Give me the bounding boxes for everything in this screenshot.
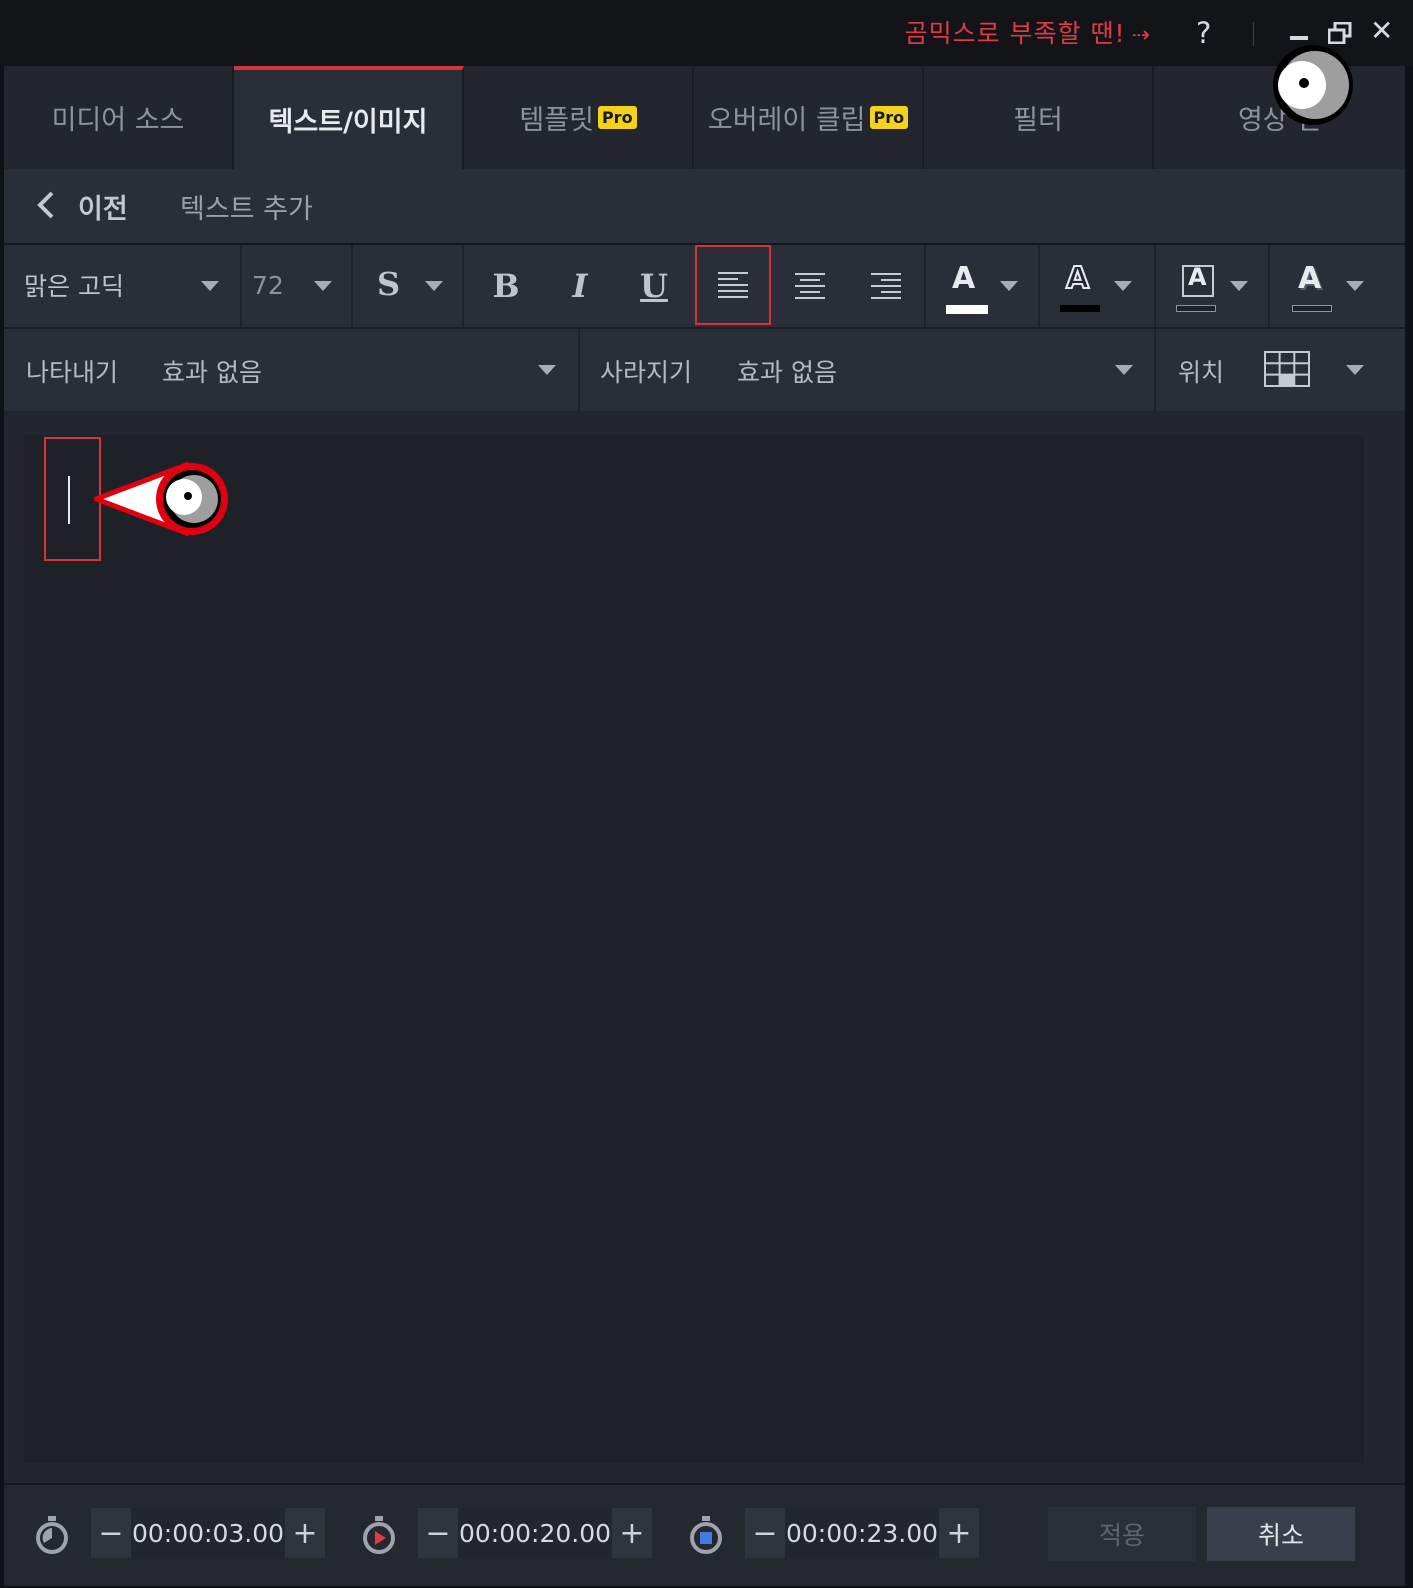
appear-effect-select[interactable]: 효과 없음 bbox=[160, 329, 578, 411]
shadow-color-swatch bbox=[1292, 305, 1332, 312]
chevron-down-icon bbox=[201, 281, 219, 291]
background-color-select[interactable]: A bbox=[1156, 245, 1270, 327]
font-family-select[interactable]: 맑은 고딕 bbox=[4, 245, 242, 327]
decrement-button[interactable]: − bbox=[91, 1508, 131, 1558]
chevron-down-icon bbox=[1346, 365, 1364, 375]
apply-button[interactable]: 적용 bbox=[1048, 1507, 1196, 1561]
align-right-button[interactable] bbox=[848, 245, 924, 327]
toolbar-divider bbox=[578, 329, 580, 411]
outline-color-select[interactable]: A bbox=[1040, 245, 1156, 327]
toolbar-divider bbox=[1154, 329, 1156, 411]
appear-effect-value: 효과 없음 bbox=[162, 358, 262, 387]
background-color-icon: A bbox=[1182, 263, 1214, 297]
shadow-color-icon: A bbox=[1298, 261, 1322, 296]
timing-bar: − 00:00:03.00 + − 00:00:20.00 + − 00:00:… bbox=[4, 1483, 1405, 1586]
close-icon[interactable]: ✕ bbox=[1370, 14, 1393, 47]
font-size-value: 72 bbox=[252, 271, 284, 300]
increment-button[interactable]: + bbox=[939, 1508, 979, 1558]
help-button[interactable]: ? bbox=[1196, 16, 1211, 50]
pro-badge: Pro bbox=[597, 106, 637, 129]
title-bar: 곰믹스로 부족할 땐! ⇢ ? ✕ bbox=[0, 0, 1413, 66]
tab-label: 필터 bbox=[1013, 105, 1063, 136]
chevron-down-icon bbox=[1000, 281, 1018, 291]
outline-color-icon: A bbox=[1065, 260, 1090, 297]
pro-badge: Pro bbox=[869, 106, 909, 129]
tab-filter[interactable]: 필터 bbox=[924, 66, 1154, 169]
chevron-down-icon bbox=[1115, 365, 1133, 375]
align-left-icon bbox=[718, 272, 748, 298]
page-title: 텍스트 추가 bbox=[180, 194, 313, 225]
duration-field[interactable]: 00:00:20.00 bbox=[458, 1508, 612, 1558]
tab-label: 템플릿 bbox=[519, 105, 594, 136]
disappear-effect-value: 효과 없음 bbox=[737, 358, 837, 387]
decrement-button[interactable]: − bbox=[745, 1508, 785, 1558]
end-time-stepper: − 00:00:23.00 + bbox=[745, 1508, 979, 1558]
position-label: 위치 bbox=[1178, 358, 1225, 387]
eye-cursor-icon bbox=[1273, 45, 1353, 125]
back-button[interactable]: 이전 bbox=[78, 187, 128, 226]
position-select[interactable] bbox=[1254, 329, 1405, 411]
font-family-value: 맑은 고딕 bbox=[24, 272, 124, 301]
tab-media-source[interactable]: 미디어 소스 bbox=[4, 66, 234, 169]
chevron-down-icon bbox=[538, 365, 556, 375]
arrow-right-icon: ⇢ bbox=[1131, 23, 1151, 48]
underline-button[interactable]: U bbox=[616, 245, 692, 327]
tab-overlay-clip[interactable]: 오버레이 클립 Pro bbox=[694, 66, 924, 169]
chevron-down-icon bbox=[1114, 281, 1132, 291]
appear-label: 나타내기 bbox=[26, 358, 119, 387]
decrement-button[interactable]: − bbox=[418, 1508, 458, 1558]
tab-template[interactable]: 템플릿 Pro bbox=[464, 66, 694, 169]
italic-button[interactable]: I bbox=[542, 245, 618, 327]
shadow-style-select[interactable]: S bbox=[353, 245, 464, 327]
chevron-down-icon bbox=[1346, 281, 1364, 291]
eye-cursor-icon bbox=[94, 461, 228, 537]
effects-toolbar: 나타내기 효과 없음 사라지기 효과 없음 위치 bbox=[4, 329, 1405, 411]
sub-header: 이전 텍스트 추가 bbox=[4, 169, 1405, 245]
start-time-field[interactable]: 00:00:03.00 bbox=[131, 1508, 285, 1558]
text-color-select[interactable]: A bbox=[926, 245, 1040, 327]
outline-color-swatch bbox=[1060, 305, 1100, 312]
tab-label: 미디어 소스 bbox=[51, 105, 185, 136]
increment-button[interactable]: + bbox=[285, 1508, 325, 1558]
start-time-icon bbox=[36, 1516, 68, 1554]
chevron-down-icon bbox=[314, 281, 332, 291]
increment-button[interactable]: + bbox=[612, 1508, 652, 1558]
position-grid-icon bbox=[1264, 351, 1310, 387]
chevron-down-icon bbox=[425, 281, 443, 291]
text-color-icon: A bbox=[952, 261, 976, 296]
promo-text: 곰믹스로 부족할 땐! bbox=[904, 19, 1126, 48]
align-right-icon bbox=[871, 273, 901, 299]
editor-window: 미디어 소스 텍스트/이미지 템플릿 Pro 오버레이 클립 Pro 필터 영상 전… bbox=[4, 66, 1405, 1586]
format-toolbar: 맑은 고딕 72 S B I U A A A A bbox=[4, 245, 1405, 329]
tab-text-image[interactable]: 텍스트/이미지 bbox=[234, 66, 464, 169]
text-caret bbox=[68, 476, 70, 524]
start-time-stepper: − 00:00:03.00 + bbox=[91, 1508, 325, 1558]
text-editor[interactable] bbox=[24, 435, 1364, 1463]
text-color-swatch bbox=[946, 305, 988, 314]
caret-highlight-box bbox=[44, 437, 101, 561]
background-letter: A bbox=[1188, 263, 1207, 291]
disappear-effect-select[interactable]: 효과 없음 bbox=[735, 329, 1154, 411]
tab-label: 오버레이 클립 bbox=[707, 105, 866, 136]
tab-label: 텍스트/이미지 bbox=[268, 107, 428, 138]
end-time-icon bbox=[690, 1516, 722, 1554]
cancel-button[interactable]: 취소 bbox=[1207, 1507, 1355, 1561]
promo-link[interactable]: 곰믹스로 부족할 땐! ⇢ bbox=[905, 14, 1151, 50]
tab-bar: 미디어 소스 텍스트/이미지 템플릿 Pro 오버레이 클립 Pro 필터 영상 전 bbox=[4, 66, 1405, 169]
align-center-icon bbox=[795, 273, 825, 299]
shadow-color-select[interactable]: A bbox=[1270, 245, 1405, 327]
font-size-select[interactable]: 72 bbox=[242, 245, 353, 327]
titlebar-divider bbox=[1253, 22, 1254, 46]
bold-button[interactable]: B bbox=[468, 245, 544, 327]
disappear-label: 사라지기 bbox=[600, 358, 693, 387]
duration-stepper: − 00:00:20.00 + bbox=[418, 1508, 652, 1558]
duration-icon bbox=[363, 1516, 395, 1554]
background-color-swatch bbox=[1176, 305, 1216, 312]
align-left-button[interactable] bbox=[695, 245, 771, 325]
end-time-field[interactable]: 00:00:23.00 bbox=[785, 1508, 939, 1558]
shadow-icon: S bbox=[377, 265, 401, 303]
chevron-left-icon[interactable] bbox=[34, 189, 58, 221]
align-center-button[interactable] bbox=[772, 245, 848, 327]
chevron-down-icon bbox=[1230, 281, 1248, 291]
